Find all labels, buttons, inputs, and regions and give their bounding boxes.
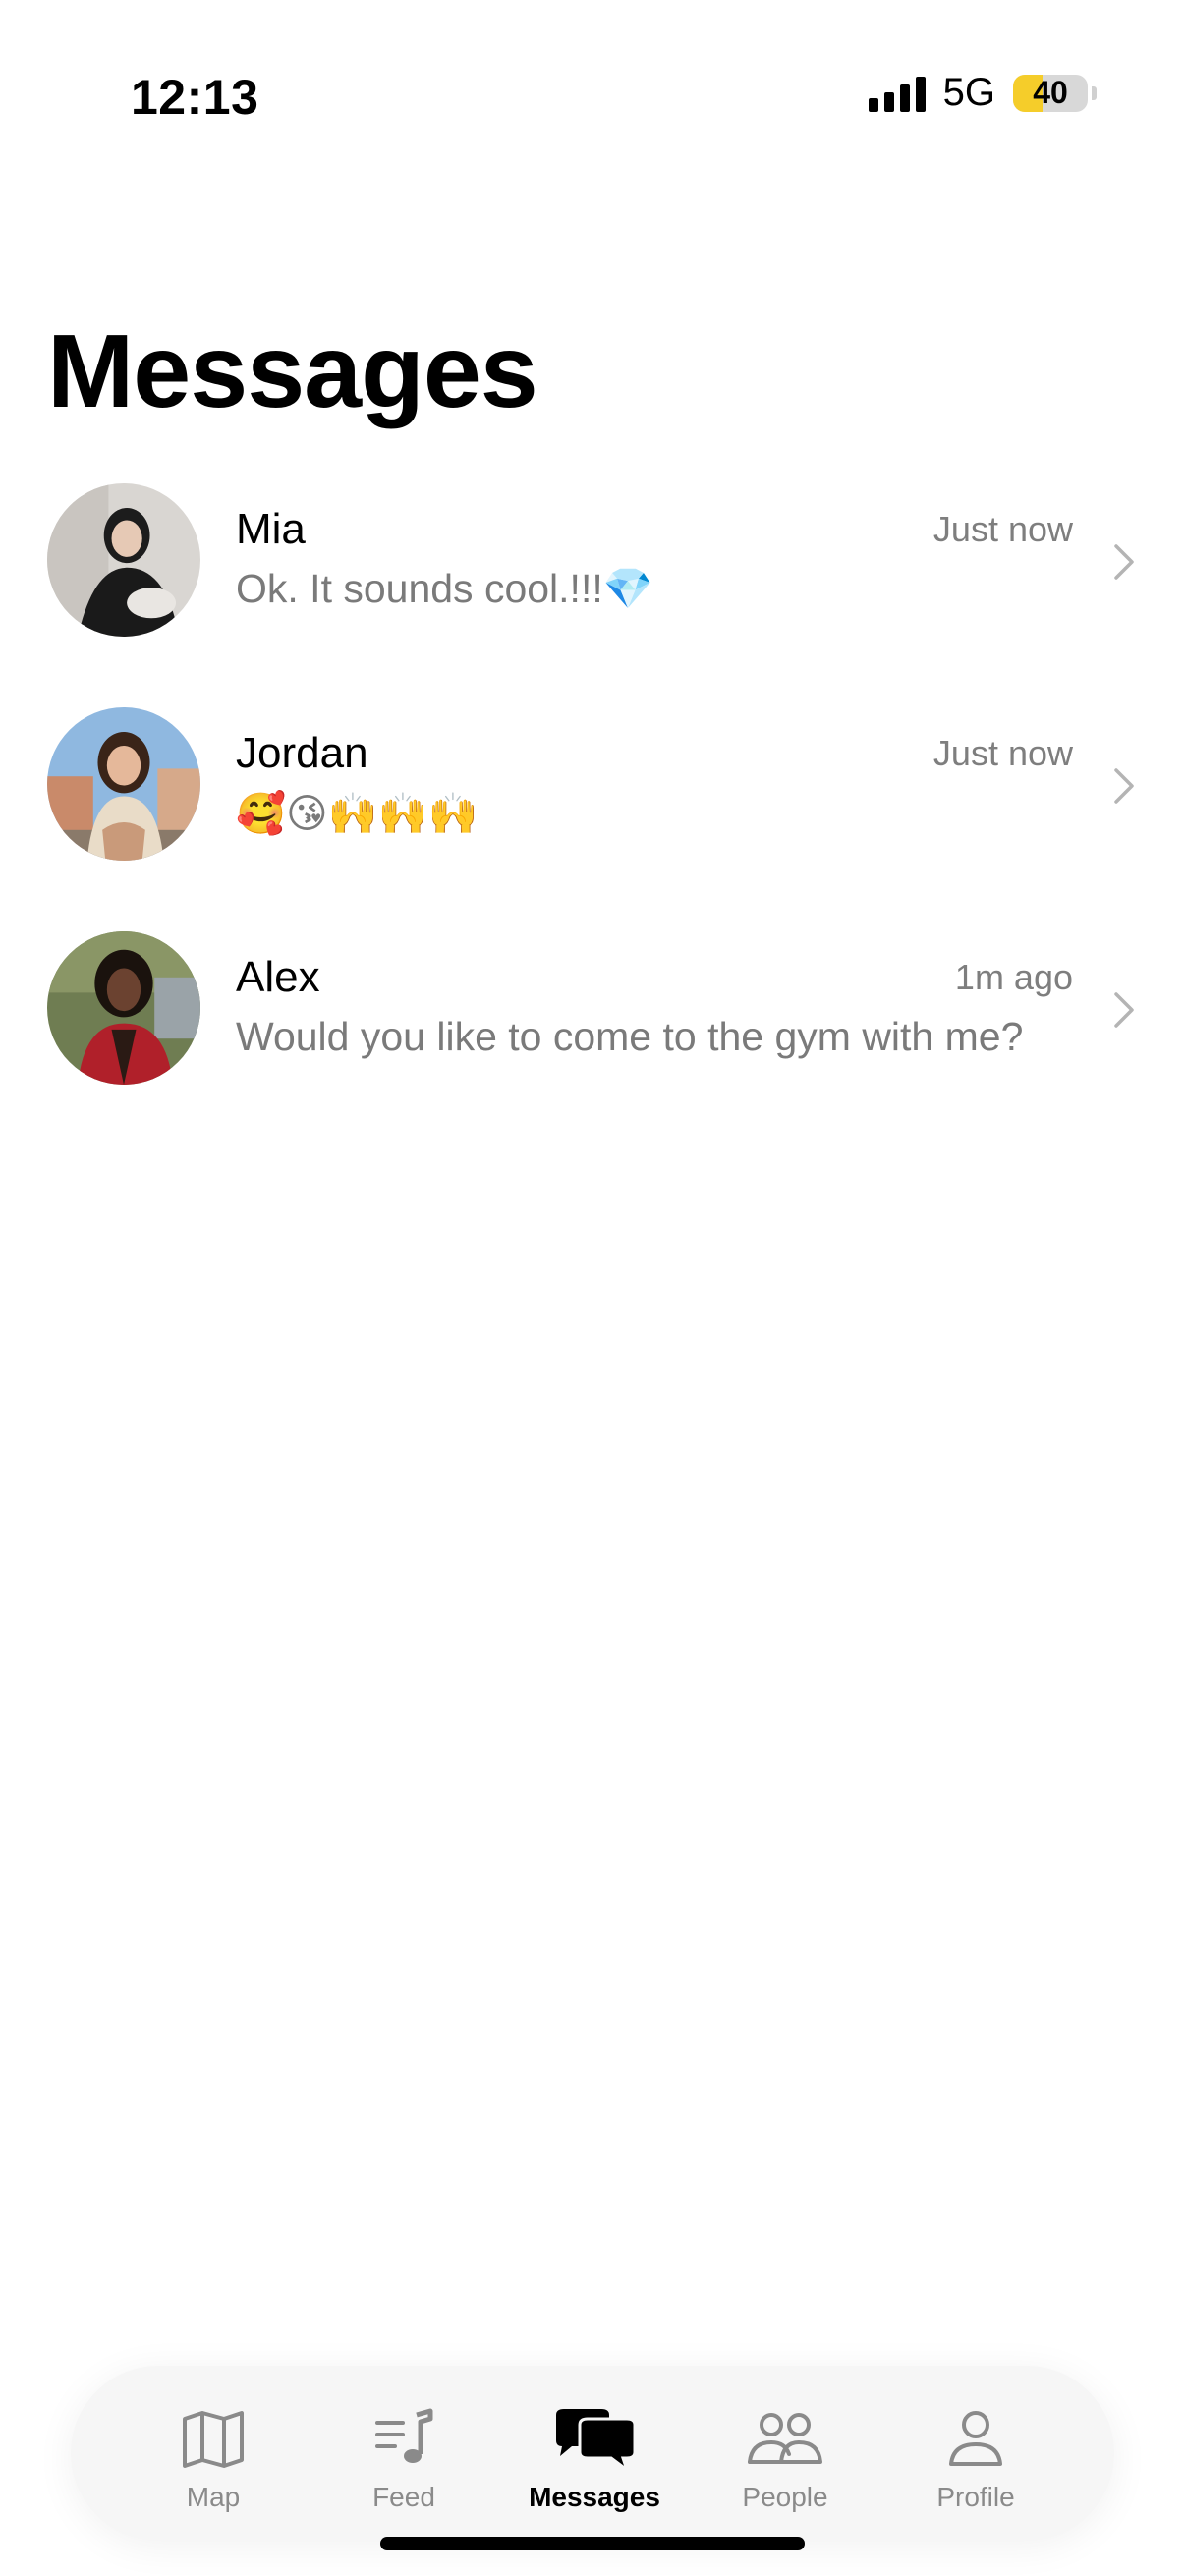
tab-label: Map: [186, 2482, 241, 2512]
tab-map[interactable]: Map: [118, 2366, 309, 2541]
tab-label: People: [742, 2482, 828, 2512]
music-list-icon: [375, 2408, 433, 2463]
tab-profile[interactable]: Profile: [880, 2366, 1071, 2541]
tab-people[interactable]: People: [690, 2366, 880, 2541]
chat-bubbles-icon: [556, 2409, 637, 2472]
tab-messages[interactable]: Messages: [499, 2366, 690, 2541]
network-type: 5G: [942, 71, 995, 114]
map-icon: [183, 2411, 244, 2468]
chevron-right-icon: [1114, 992, 1134, 1028]
home-indicator: [380, 2537, 805, 2550]
battery-percent: 40: [1033, 75, 1068, 110]
signal-icon: [868, 75, 926, 112]
conversation-row[interactable]: Jordan 🥰😘🙌🙌🙌 Just now: [0, 705, 1185, 929]
message-time: Just now: [932, 733, 1073, 773]
status-time: 12:13: [131, 70, 259, 125]
conversation-row[interactable]: Mia Ok. It sounds cool.!!!💎 Just now: [0, 481, 1185, 705]
avatar: [47, 483, 200, 637]
message-time: 1m ago: [954, 957, 1073, 997]
message-preview: Would you like to come to the gym with m…: [236, 1014, 1024, 1059]
tab-label: Profile: [936, 2482, 1015, 2512]
chevron-right-icon: [1114, 544, 1134, 580]
message-time: Just now: [932, 509, 1073, 549]
people-icon: [748, 2413, 822, 2464]
avatar: [47, 707, 200, 861]
status-indicators: 5G 40: [868, 71, 1097, 115]
contact-name: Mia: [236, 505, 306, 553]
conversation-list: Mia Ok. It sounds cool.!!!💎 Just now Jor…: [0, 481, 1185, 1153]
message-preview: 🥰😘🙌🙌🙌: [236, 791, 479, 836]
messages-screen: 12:13 5G 40 Messages Mia Ok. It sounds c…: [0, 0, 1185, 2576]
battery-cap: [1092, 85, 1097, 100]
page-title: Messages: [47, 313, 538, 429]
tab-feed[interactable]: Feed: [309, 2366, 499, 2541]
tab-label: Feed: [372, 2482, 435, 2512]
avatar: [47, 931, 200, 1085]
message-preview: Ok. It sounds cool.!!!💎: [236, 566, 653, 611]
tab-label: Messages: [529, 2482, 660, 2512]
contact-name: Jordan: [236, 729, 368, 777]
battery-icon: 40: [1013, 74, 1088, 112]
person-icon: [949, 2411, 1002, 2466]
contact-name: Alex: [236, 953, 320, 1001]
conversation-row[interactable]: Alex Would you like to come to the gym w…: [0, 929, 1185, 1153]
chevron-right-icon: [1114, 768, 1134, 804]
tab-bar: Map Feed Messages People Profile: [71, 2366, 1114, 2541]
